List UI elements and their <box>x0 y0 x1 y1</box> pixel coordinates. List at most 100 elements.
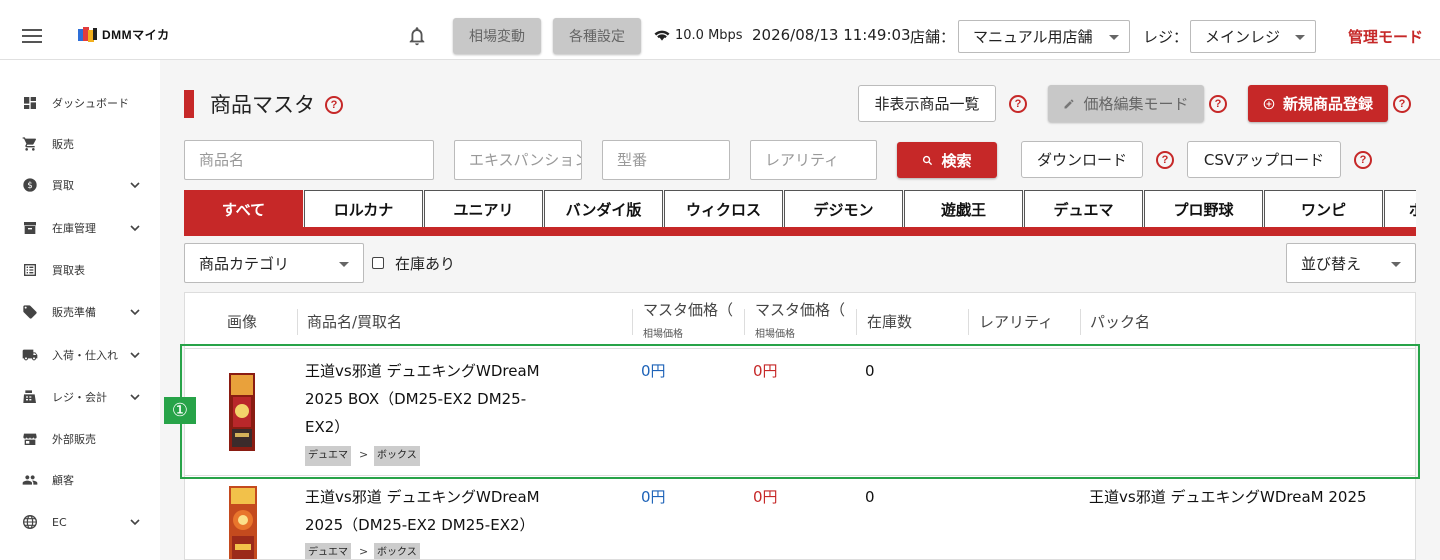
tab-digimon[interactable]: デジモン <box>784 190 903 228</box>
product-name-input[interactable] <box>184 140 434 180</box>
column-divider <box>1080 309 1081 335</box>
store-icon <box>23 433 37 445</box>
logo-mark-icon <box>78 26 98 43</box>
store-select[interactable]: マニュアル用店舗 <box>958 20 1130 53</box>
sidebar-item-receiving[interactable]: 入荷・仕入れ <box>0 335 160 375</box>
help-icon[interactable]: ? <box>1209 95 1227 113</box>
menu-icon[interactable] <box>22 29 42 47</box>
register-select[interactable]: メインレジ <box>1190 20 1316 53</box>
chevron-down-icon <box>1109 35 1119 40</box>
archive-icon <box>24 222 36 234</box>
chevron-down-icon <box>1295 35 1305 40</box>
product-thumbnail[interactable] <box>229 373 255 451</box>
tab-pro-baseball[interactable]: プロ野球 <box>1144 190 1263 228</box>
product-name-line[interactable]: EX2） <box>305 413 349 441</box>
register-value: メインレジ <box>1205 28 1281 46</box>
chevron-down-icon[interactable] <box>130 517 140 527</box>
expansion-input[interactable] <box>454 140 582 180</box>
new-product-button[interactable]: 新規商品登録 <box>1248 85 1388 122</box>
column-divider <box>297 309 298 335</box>
tab-union-arena[interactable]: ユニアリ <box>424 190 543 228</box>
tab-lorcana[interactable]: ロルカナ <box>304 190 423 228</box>
help-icon[interactable]: ? <box>1009 95 1027 113</box>
top-bar: DMMマイカ 相場変動 各種設定 10.0 Mbps 2026/08/13 11… <box>0 0 1440 60</box>
admin-mode-link[interactable]: 管理モード <box>1348 26 1423 47</box>
logo[interactable]: DMMマイカ <box>78 26 170 43</box>
tab-all[interactable]: すべて <box>184 190 303 228</box>
price-edit-mode-button[interactable]: 価格編集モード <box>1048 85 1204 122</box>
column-header-master-price-2: マスタ価格（ <box>755 301 846 319</box>
tab-one-piece[interactable]: ワンピ <box>1264 190 1383 228</box>
tab-yugioh[interactable]: 遊戯王 <box>904 190 1023 228</box>
sort-select[interactable]: 並び替え <box>1286 243 1416 283</box>
column-subheader-market-price-2: 相場価格 <box>755 329 795 340</box>
sidebar-item-label: 買取表 <box>52 264 85 277</box>
category-select[interactable]: 商品カテゴリ <box>184 243 364 283</box>
sidebar-item-customers[interactable]: 顧客 <box>0 460 160 500</box>
tab-underline <box>184 227 1416 236</box>
sidebar-item-purchase[interactable]: $ 買取 <box>0 165 160 205</box>
chevron-down-icon[interactable] <box>130 180 140 190</box>
network-speed: 10.0 Mbps <box>675 28 743 43</box>
tab-pokemon[interactable]: ポ <box>1384 190 1416 228</box>
product-thumbnail[interactable] <box>229 486 257 560</box>
download-button[interactable]: ダウンロード <box>1021 141 1143 178</box>
master-price-2: 0円 <box>753 362 778 380</box>
sidebar-item-external-sales[interactable]: 外部販売 <box>0 419 160 459</box>
sidebar-item-sales-prep[interactable]: 販売準備 <box>0 292 160 332</box>
rarity-input[interactable] <box>750 140 877 180</box>
sidebar-item-label: 入荷・仕入れ <box>52 349 118 362</box>
category-select-value: 商品カテゴリ <box>199 254 290 273</box>
help-icon[interactable]: ? <box>1156 151 1174 169</box>
tab-bandai[interactable]: バンダイ版 <box>544 190 663 228</box>
sidebar-item-purchase-table[interactable]: 買取表 <box>0 250 160 290</box>
help-icon[interactable]: ? <box>325 96 343 114</box>
chevron-down-icon <box>339 262 349 267</box>
sidebar-item-label: 外部販売 <box>52 433 96 446</box>
annotation-marker: ① <box>164 397 196 424</box>
chevron-down-icon[interactable] <box>130 307 140 317</box>
chevron-down-icon[interactable] <box>130 223 140 233</box>
tab-wixoss[interactable]: ウィクロス <box>664 190 783 228</box>
product-name-line[interactable]: 王道vs邪道 デュエキングWDreaM <box>305 357 540 385</box>
search-button[interactable]: 検索 <box>897 142 997 178</box>
column-divider <box>632 309 633 335</box>
csv-upload-button[interactable]: CSVアップロード <box>1187 141 1341 178</box>
sidebar-item-dashboard[interactable]: ダッシュボード <box>0 83 160 123</box>
people-icon <box>22 475 38 485</box>
chevron-down-icon[interactable] <box>130 350 140 360</box>
sidebar-item-ec[interactable]: EC <box>0 502 160 542</box>
sidebar-item-sales[interactable]: 販売 <box>0 124 160 164</box>
in-stock-checkbox[interactable] <box>372 257 384 269</box>
hidden-products-button[interactable]: 非表示商品一覧 <box>858 85 996 122</box>
help-icon[interactable]: ? <box>1393 95 1411 113</box>
notification-bell-icon[interactable] <box>406 25 428 47</box>
column-divider <box>856 309 857 335</box>
dollar-icon: $ <box>23 178 37 192</box>
sidebar-item-label: 販売準備 <box>52 306 96 319</box>
product-name-line[interactable]: 2025 BOX（DM25-EX2 DM25- <box>305 385 526 413</box>
datetime: 2026/08/13 11:49:03 <box>752 26 911 44</box>
column-subheader-market-price-1: 相場価格 <box>643 329 683 340</box>
breadcrumb-separator: > <box>359 448 369 461</box>
sidebar-item-label: 買取 <box>52 179 74 192</box>
column-header-rarity: レアリティ <box>979 313 1054 331</box>
column-header-name: 商品名/買取名 <box>307 313 403 331</box>
settings-button[interactable]: 各種設定 <box>553 18 641 54</box>
sidebar-item-register[interactable]: レジ・会計 <box>0 377 160 417</box>
price-edit-mode-label: 価格編集モード <box>1083 95 1189 113</box>
chevron-down-icon[interactable] <box>130 392 140 402</box>
row-divider <box>185 348 1415 349</box>
sidebar-item-inventory[interactable]: 在庫管理 <box>0 208 160 248</box>
product-table: 画像 商品名/買取名 マスタ価格（ 相場価格 マスタ価格（ 相場価格 在庫数 レ… <box>184 292 1416 560</box>
tab-duel-masters[interactable]: デュエマ <box>1024 190 1143 228</box>
model-number-input[interactable] <box>602 140 730 180</box>
market-change-button[interactable]: 相場変動 <box>453 18 541 54</box>
tag-icon <box>23 305 37 319</box>
stock-count: 0 <box>865 488 875 506</box>
help-icon[interactable]: ? <box>1354 151 1372 169</box>
product-name-line[interactable]: 王道vs邪道 デュエキングWDreaM <box>305 483 540 511</box>
product-name-line[interactable]: 2025（DM25-EX2 DM25-EX2） <box>305 511 535 539</box>
sidebar-item-label: EC <box>52 515 67 529</box>
dashboard-icon <box>24 97 36 109</box>
